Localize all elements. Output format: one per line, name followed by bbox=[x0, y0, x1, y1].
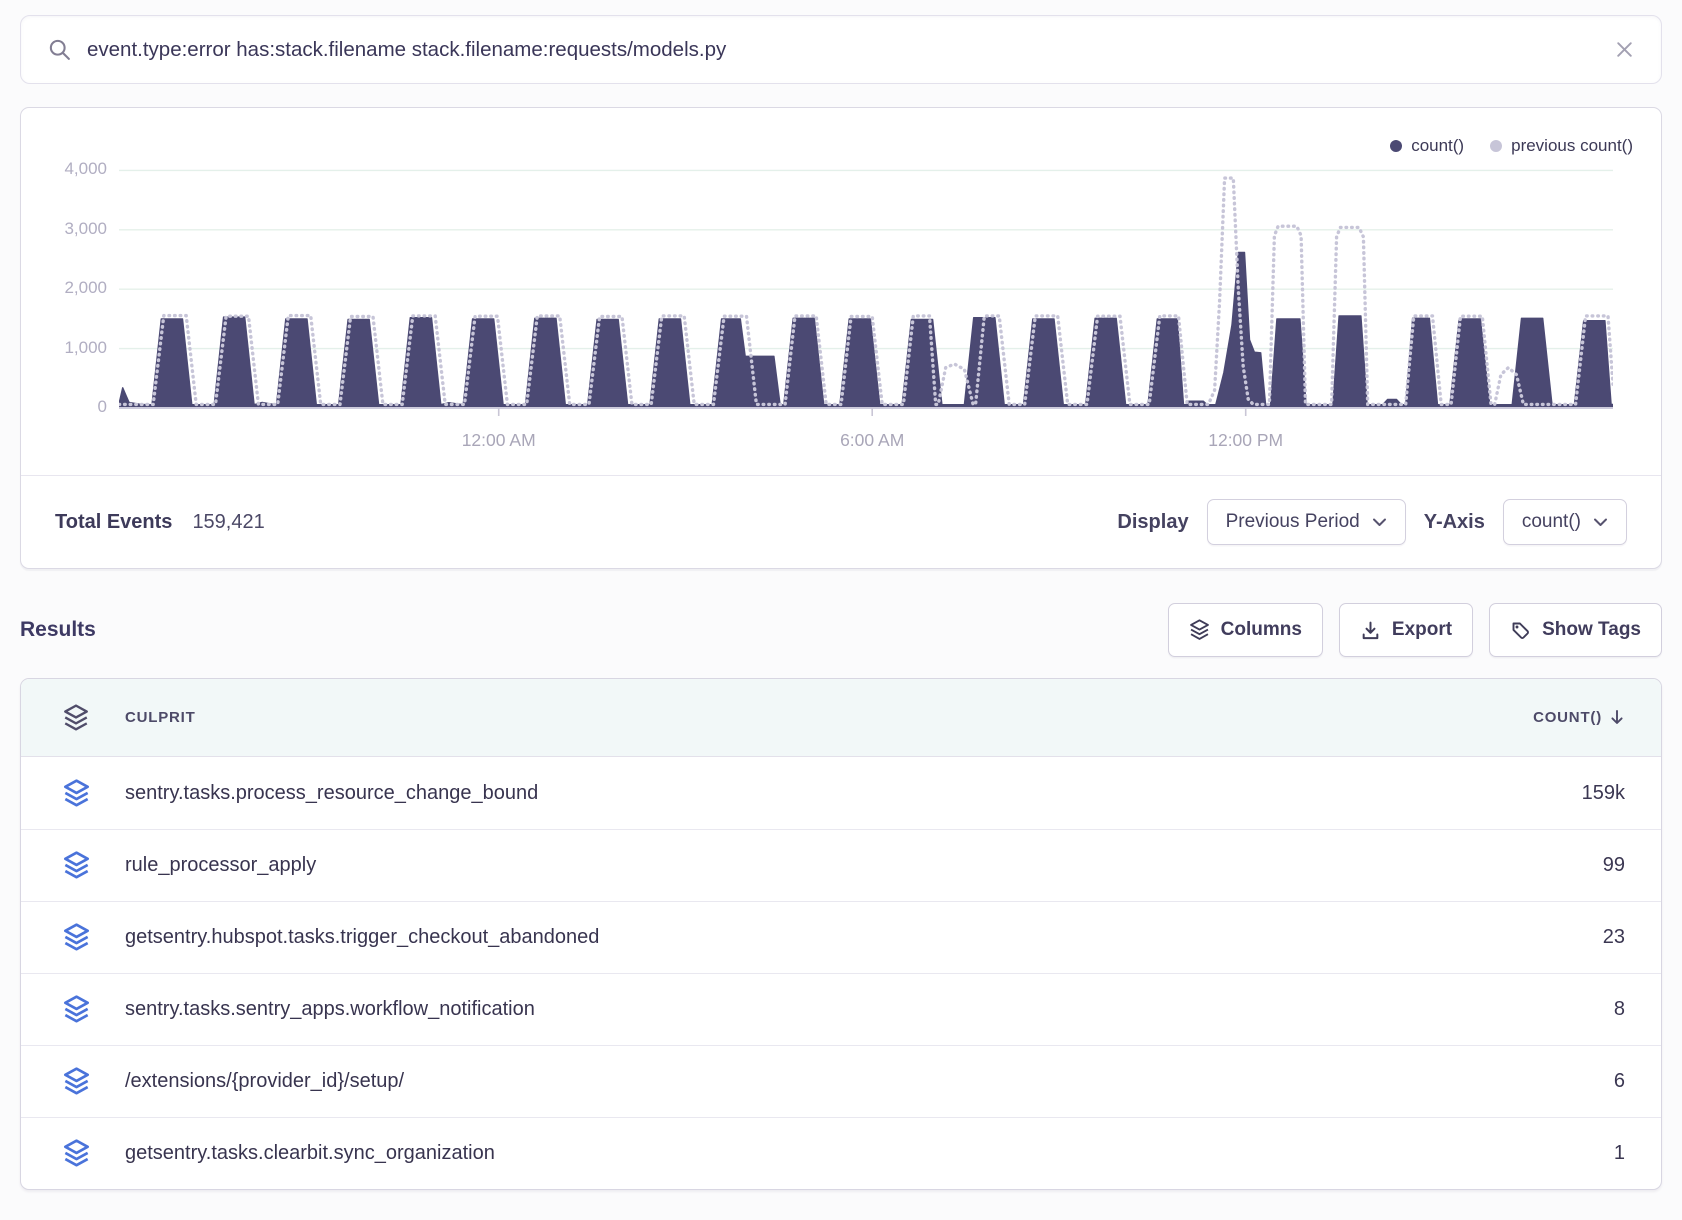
y-axis-tick-label: 1,000 bbox=[31, 338, 107, 358]
stack-icon[interactable] bbox=[63, 779, 90, 808]
count-cell: 159k bbox=[1582, 782, 1625, 805]
culprit-cell[interactable]: sentry.tasks.process_resource_change_bou… bbox=[125, 782, 538, 805]
count-cell: 23 bbox=[1603, 926, 1625, 949]
display-select[interactable]: Previous Period bbox=[1207, 499, 1406, 545]
yaxis-label: Y-Axis bbox=[1424, 511, 1485, 534]
stack-icon[interactable] bbox=[63, 1067, 90, 1096]
count-cell: 8 bbox=[1614, 998, 1625, 1021]
column-header-count[interactable]: COUNT() bbox=[1533, 709, 1625, 726]
total-events-value: 159,421 bbox=[192, 511, 264, 534]
chart-footer: Total Events 159,421 Display Previous Pe… bbox=[21, 475, 1661, 568]
culprit-cell[interactable]: getsentry.hubspot.tasks.trigger_checkout… bbox=[125, 926, 599, 949]
events-chart bbox=[119, 148, 1613, 420]
count-cell: 6 bbox=[1614, 1070, 1625, 1093]
x-axis-tick-label: 6:00 AM bbox=[797, 430, 947, 451]
y-axis-tick-label: 2,000 bbox=[31, 278, 107, 298]
count-cell: 99 bbox=[1603, 854, 1625, 877]
columns-icon bbox=[1189, 619, 1210, 641]
stack-icon[interactable] bbox=[63, 923, 90, 952]
export-button-label: Export bbox=[1392, 619, 1452, 641]
results-table: CULPRIT COUNT() sentry.tasks.process_res… bbox=[20, 678, 1662, 1190]
table-body: sentry.tasks.process_resource_change_bou… bbox=[21, 757, 1661, 1189]
columns-button-label: Columns bbox=[1221, 619, 1302, 641]
count-cell: 1 bbox=[1614, 1142, 1625, 1165]
table-row: rule_processor_apply 99 bbox=[21, 829, 1661, 901]
search-input[interactable]: event.type:error has:stack.filename stac… bbox=[87, 38, 1614, 62]
export-button[interactable]: Export bbox=[1339, 603, 1473, 657]
events-chart-panel: count() previous count() 01,0002,0003,00… bbox=[20, 107, 1662, 569]
page-title: Results bbox=[20, 618, 96, 642]
stack-icon[interactable] bbox=[63, 851, 90, 880]
y-axis-tick-label: 0 bbox=[31, 397, 107, 417]
y-axis-tick-label: 3,000 bbox=[31, 219, 107, 239]
chevron-down-icon bbox=[1372, 517, 1387, 527]
culprit-cell[interactable]: /extensions/{provider_id}/setup/ bbox=[125, 1070, 404, 1093]
x-axis-tick-label: 12:00 AM bbox=[424, 430, 574, 451]
column-header-culprit[interactable]: CULPRIT bbox=[125, 709, 196, 726]
stack-icon[interactable] bbox=[63, 995, 90, 1024]
y-axis-tick-label: 4,000 bbox=[31, 159, 107, 179]
table-row: sentry.tasks.sentry_apps.workflow_notifi… bbox=[21, 973, 1661, 1045]
results-header: Results Columns Export bbox=[20, 601, 1662, 659]
chevron-down-icon bbox=[1593, 517, 1608, 527]
stack-header-icon bbox=[63, 703, 90, 732]
stack-icon[interactable] bbox=[63, 1139, 90, 1168]
table-row: getsentry.hubspot.tasks.trigger_checkout… bbox=[21, 901, 1661, 973]
tag-icon bbox=[1510, 620, 1531, 641]
search-icon bbox=[47, 37, 72, 62]
sort-desc-icon bbox=[1609, 709, 1625, 726]
search-bar[interactable]: event.type:error has:stack.filename stac… bbox=[20, 15, 1662, 84]
yaxis-select-value: count() bbox=[1522, 511, 1581, 533]
column-header-count-label: COUNT() bbox=[1533, 709, 1602, 726]
close-icon[interactable] bbox=[1614, 39, 1635, 60]
yaxis-select[interactable]: count() bbox=[1503, 499, 1627, 545]
culprit-cell[interactable]: rule_processor_apply bbox=[125, 854, 316, 877]
x-axis-tick-label: 12:00 PM bbox=[1171, 430, 1321, 451]
culprit-cell[interactable]: getsentry.tasks.clearbit.sync_organizati… bbox=[125, 1142, 495, 1165]
table-row: /extensions/{provider_id}/setup/6 bbox=[21, 1045, 1661, 1117]
table-header-row: CULPRIT COUNT() bbox=[21, 679, 1661, 757]
export-icon bbox=[1360, 620, 1381, 641]
show-tags-button-label: Show Tags bbox=[1542, 619, 1641, 641]
table-row: getsentry.tasks.clearbit.sync_organizati… bbox=[21, 1117, 1661, 1189]
display-label: Display bbox=[1117, 511, 1188, 534]
total-events-label: Total Events bbox=[55, 511, 172, 534]
show-tags-button[interactable]: Show Tags bbox=[1489, 603, 1662, 657]
table-row: sentry.tasks.process_resource_change_bou… bbox=[21, 757, 1661, 829]
columns-button[interactable]: Columns bbox=[1168, 603, 1323, 657]
culprit-cell[interactable]: sentry.tasks.sentry_apps.workflow_notifi… bbox=[125, 998, 535, 1021]
display-select-value: Previous Period bbox=[1226, 511, 1360, 533]
